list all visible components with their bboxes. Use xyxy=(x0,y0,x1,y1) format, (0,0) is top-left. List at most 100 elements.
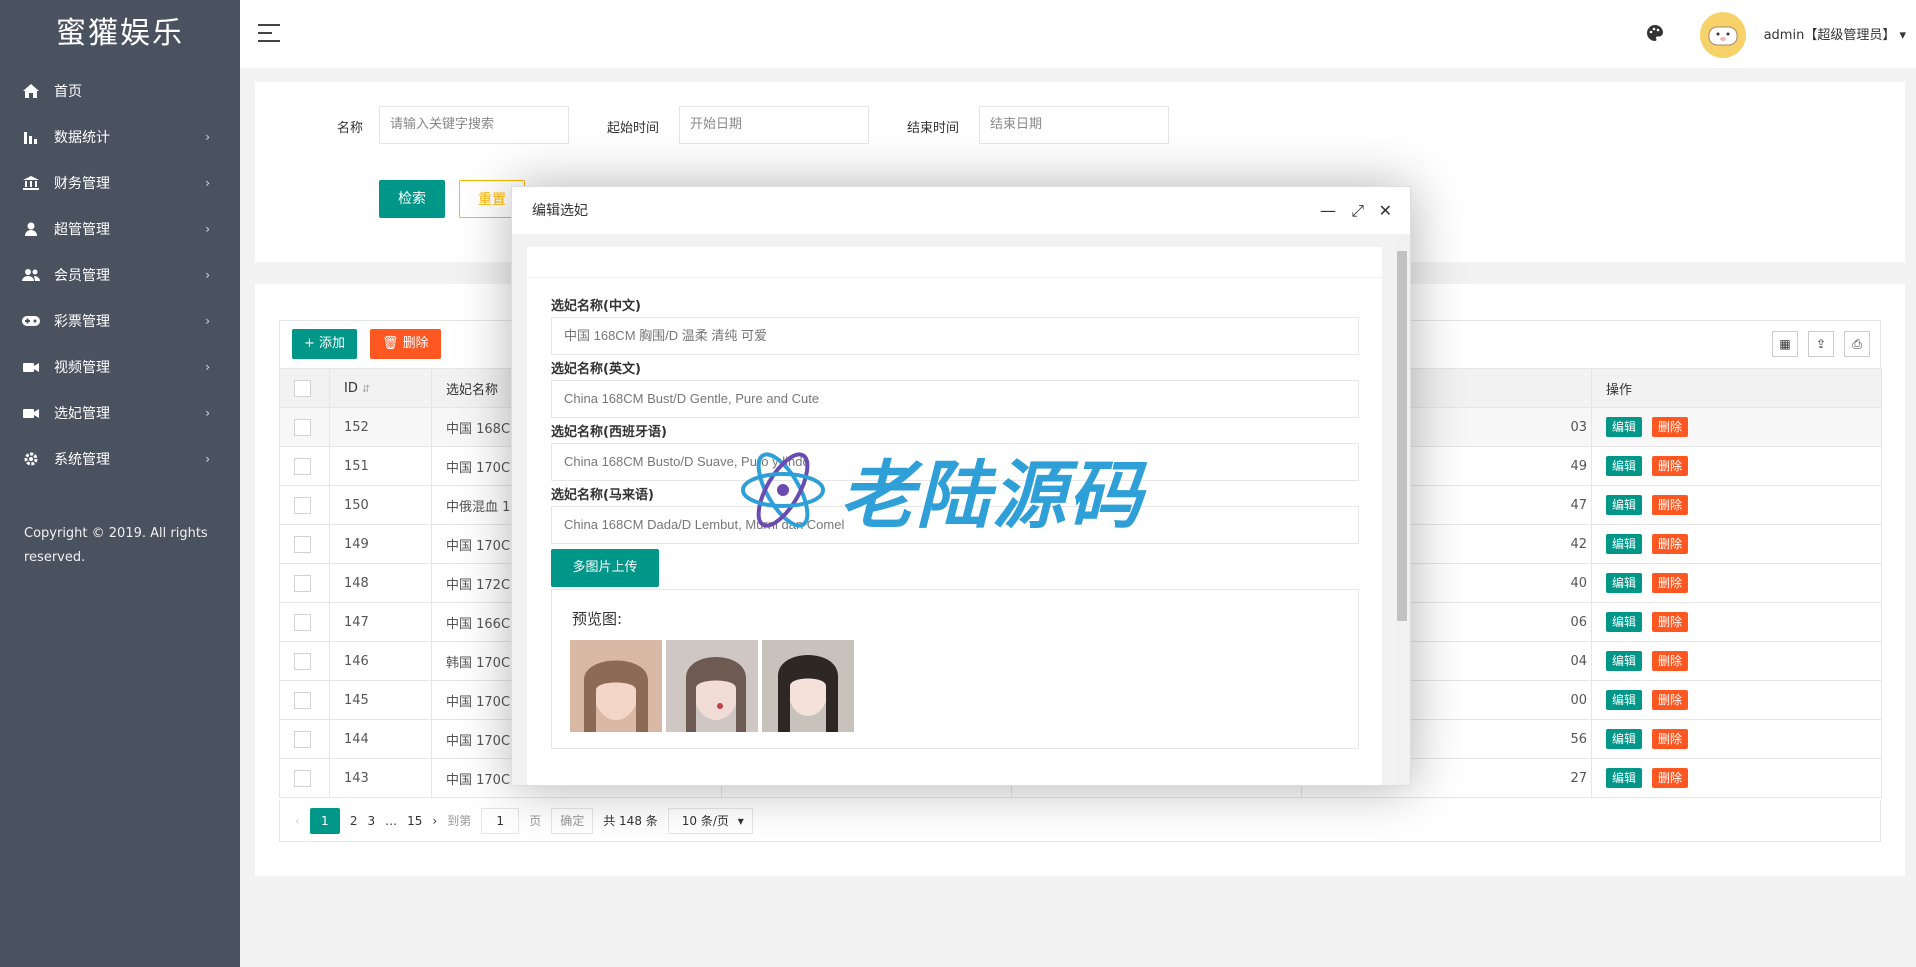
col-id[interactable]: ID ⇵ xyxy=(329,368,432,408)
sidebar-item-lottery[interactable]: 彩票管理 › xyxy=(0,298,240,344)
checkbox[interactable] xyxy=(294,535,311,553)
page-3[interactable]: 3 xyxy=(367,814,375,828)
sidebar-item-finance[interactable]: 财务管理 › xyxy=(0,160,240,206)
end-date-input[interactable]: 结束日期 xyxy=(979,106,1169,144)
edit-button[interactable]: 编辑 xyxy=(1606,690,1643,710)
delete-button[interactable]: 删除 xyxy=(1652,612,1689,632)
edit-button[interactable]: 编辑 xyxy=(1606,456,1643,476)
sidebar-item-stats[interactable]: 数据统计 › xyxy=(0,114,240,160)
edit-button[interactable]: 编辑 xyxy=(1606,573,1643,593)
close-icon[interactable]: ✕ xyxy=(1379,187,1392,235)
next-page-icon[interactable]: › xyxy=(432,814,437,828)
row-select-cell[interactable] xyxy=(279,680,330,720)
edit-button[interactable]: 编辑 xyxy=(1606,612,1643,632)
multi-upload-button[interactable]: 多图片上传 xyxy=(551,549,659,587)
name-search-input[interactable]: 请输入关键字搜索 xyxy=(379,106,569,144)
scrollbar-thumb[interactable] xyxy=(1397,251,1407,621)
edit-button[interactable]: 编辑 xyxy=(1606,729,1643,749)
page-size-select[interactable]: 10 条/页 ▾ xyxy=(667,807,753,834)
checkbox[interactable] xyxy=(294,457,311,475)
checkbox[interactable] xyxy=(294,730,311,748)
row-select-cell[interactable] xyxy=(279,446,330,486)
user-menu[interactable]: admin【超级管理员】 ▾ xyxy=(1764,24,1906,43)
edit-button[interactable]: 编辑 xyxy=(1606,768,1643,788)
edit-button[interactable]: 编辑 xyxy=(1606,651,1643,671)
avatar[interactable] xyxy=(1700,12,1746,58)
sidebar-item-label: 视频管理 xyxy=(54,360,110,376)
print-icon[interactable]: ⎙ xyxy=(1844,331,1870,357)
modal-scrollbar[interactable] xyxy=(1395,235,1410,785)
edit-button[interactable]: 编辑 xyxy=(1606,495,1643,515)
preview-panel: 预览图: xyxy=(551,589,1359,749)
delete-button[interactable]: 删除 xyxy=(1652,729,1689,749)
chevron-right-icon: › xyxy=(205,360,210,374)
checkbox[interactable] xyxy=(294,652,311,670)
prev-page-icon[interactable]: ‹ xyxy=(295,814,300,828)
add-label: 添加 xyxy=(319,336,346,351)
columns-icon[interactable]: ▦ xyxy=(1772,331,1798,357)
row-actions: 编辑 删除 xyxy=(1591,524,1882,564)
delete-button[interactable]: 删除 xyxy=(1652,690,1689,710)
delete-button[interactable]: 删除 xyxy=(1652,651,1689,671)
goto-label: 到第 xyxy=(447,814,472,828)
export-icon[interactable]: ⇪ xyxy=(1808,331,1834,357)
delete-button[interactable]: 删除 xyxy=(1652,495,1689,515)
name-en-input[interactable]: China 168CM Bust/D Gentle, Pure and Cute xyxy=(551,380,1359,418)
checkbox[interactable] xyxy=(294,496,311,514)
row-id: 150 xyxy=(329,485,432,525)
row-actions: 编辑 删除 xyxy=(1591,719,1882,759)
page-last[interactable]: 15 xyxy=(407,814,422,828)
page-1[interactable]: 1 xyxy=(309,807,340,834)
preview-image[interactable] xyxy=(666,640,758,732)
row-select-cell[interactable] xyxy=(279,719,330,759)
goto-confirm-button[interactable]: 确定 xyxy=(551,807,594,834)
delete-button[interactable]: 删除 xyxy=(1652,573,1689,593)
menu-toggle-icon[interactable] xyxy=(258,24,280,42)
sidebar-item-label: 首页 xyxy=(54,84,82,100)
preview-image[interactable] xyxy=(762,640,854,732)
start-date-input[interactable]: 开始日期 xyxy=(679,106,869,144)
page-2[interactable]: 2 xyxy=(350,814,358,828)
edit-button[interactable]: 编辑 xyxy=(1606,417,1643,437)
select-all-cell[interactable] xyxy=(279,368,330,408)
delete-button[interactable]: 删除 xyxy=(1652,417,1689,437)
row-select-cell[interactable] xyxy=(279,485,330,525)
col-id-label: ID xyxy=(344,380,358,396)
add-button[interactable]: + 添加 xyxy=(292,329,358,359)
delete-button[interactable]: 删除 xyxy=(1652,534,1689,554)
delete-button[interactable]: 删除 xyxy=(1652,456,1689,476)
palette-icon[interactable] xyxy=(1646,24,1664,42)
checkbox[interactable] xyxy=(294,379,311,397)
gamepad-icon xyxy=(22,313,40,329)
edit-button[interactable]: 编辑 xyxy=(1606,534,1643,554)
sidebar-item-system[interactable]: 系统管理 › xyxy=(0,436,240,482)
sidebar-item-admins[interactable]: 超管管理 › xyxy=(0,206,240,252)
maximize-icon[interactable]: ⤢ xyxy=(1351,187,1364,235)
row-select-cell[interactable] xyxy=(279,407,330,447)
sort-icon[interactable]: ⇵ xyxy=(362,384,370,395)
name-ms-label: 选妃名称(马来语) xyxy=(551,488,654,503)
checkbox[interactable] xyxy=(294,574,311,592)
row-select-cell[interactable] xyxy=(279,524,330,564)
row-select-cell[interactable] xyxy=(279,563,330,603)
row-select-cell[interactable] xyxy=(279,602,330,642)
delete-button[interactable]: 删除 xyxy=(1652,768,1689,788)
sidebar-item-home[interactable]: 首页 xyxy=(0,68,240,114)
row-select-cell[interactable] xyxy=(279,641,330,681)
goto-page-input[interactable]: 1 xyxy=(481,807,520,834)
preview-image[interactable] xyxy=(570,640,662,732)
checkbox[interactable] xyxy=(294,691,311,709)
sidebar-item-videos[interactable]: 视频管理 › xyxy=(0,344,240,390)
sidebar-item-selection[interactable]: 选妃管理 › xyxy=(0,390,240,436)
checkbox[interactable] xyxy=(294,418,311,436)
name-cn-input[interactable]: 中国 168CM 胸围/D 温柔 清纯 可爱 xyxy=(551,317,1359,355)
chevron-right-icon: › xyxy=(205,314,210,328)
row-select-cell[interactable] xyxy=(279,758,330,798)
start-time-label: 起始时间 xyxy=(607,121,660,136)
batch-delete-button[interactable]: 🗑 删除 xyxy=(370,329,441,359)
minimize-icon[interactable]: — xyxy=(1320,187,1336,235)
checkbox[interactable] xyxy=(294,769,311,787)
search-button[interactable]: 检索 xyxy=(379,180,445,218)
checkbox[interactable] xyxy=(294,613,311,631)
sidebar-item-members[interactable]: 会员管理 › xyxy=(0,252,240,298)
